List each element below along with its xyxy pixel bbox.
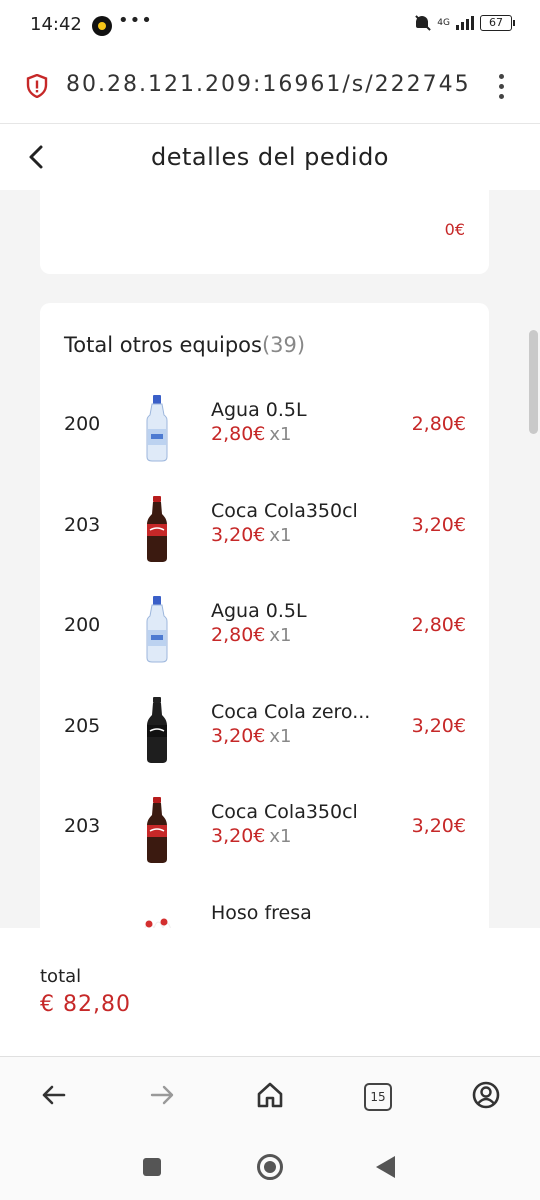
page-title: detalles del pedido xyxy=(151,143,389,171)
browser-url-bar: 80.28.121.209:16961/s/2227457 xyxy=(0,50,540,124)
order-item[interactable]: 203 Coca Cola350cl 3,20€ x1 3,20€ xyxy=(40,486,489,587)
card-title-text: Total otros equipos xyxy=(64,333,262,357)
browser-menu-icon[interactable] xyxy=(494,74,508,100)
item-total: 2,80€ xyxy=(411,614,466,636)
coke-zero-bottle-icon xyxy=(147,696,167,763)
status-time: 14:42 xyxy=(30,14,82,35)
item-name: Agua 0.5L xyxy=(211,399,307,421)
browser-back-icon[interactable] xyxy=(38,1079,70,1111)
order-item[interactable]: 93 Hoso fresa 0€ xyxy=(40,888,489,928)
item-code: 200 xyxy=(64,413,101,435)
coke-bottle-icon xyxy=(147,495,167,562)
status-bar: 14:42 ••• 4G 67 xyxy=(0,0,540,50)
order-total-panel: total € 82,80 xyxy=(0,928,540,1056)
order-details-content[interactable]: 0€ Total otros equipos(39) 200 Agua 0.5L… xyxy=(0,190,540,928)
item-price-line: 3,20€ x1 xyxy=(211,524,292,546)
item-code: 203 xyxy=(64,513,101,536)
item-name: Coca Cola350cl xyxy=(211,499,358,522)
other-equipment-card: Total otros equipos(39) 200 Agua 0.5L 2,… xyxy=(40,303,489,928)
item-quantity: x1 xyxy=(269,524,292,546)
status-indicators: 4G 67 xyxy=(413,14,515,32)
item-code: 203 xyxy=(64,815,101,837)
home-icon[interactable] xyxy=(257,1154,283,1180)
system-navigation-bar xyxy=(0,1136,540,1200)
tab-count-button[interactable]: 15 xyxy=(364,1083,392,1111)
card-title: Total otros equipos(39) xyxy=(64,333,305,357)
signal-icon xyxy=(456,16,474,30)
previous-section-card: 0€ xyxy=(40,190,489,274)
item-price-line: 3,20€ x1 xyxy=(211,725,292,747)
browser-toolbar xyxy=(0,1056,540,1136)
section-amount: 0€ xyxy=(444,220,465,239)
item-total: 2,80€ xyxy=(411,413,466,435)
item-unit-price: 3,20€ xyxy=(211,724,266,747)
battery-icon: 67 xyxy=(480,15,515,31)
network-type: 4G xyxy=(437,17,450,28)
item-unit-price: 3,20€ xyxy=(211,825,266,847)
order-item[interactable]: 200 Agua 0.5L 2,80€ x1 2,80€ xyxy=(40,586,489,687)
item-code: 200 xyxy=(64,614,101,636)
total-value: € 82,80 xyxy=(40,992,131,1017)
item-price-line: 3,20€ x1 xyxy=(211,825,292,847)
page-header: detalles del pedido xyxy=(0,124,540,190)
browser-forward-icon[interactable] xyxy=(146,1079,178,1111)
order-item[interactable]: 205 Coca Cola zero... 3,20€ x1 3,20€ xyxy=(40,687,489,788)
item-name: Hoso fresa xyxy=(211,901,312,924)
item-unit-price: 2,80€ xyxy=(211,624,266,646)
item-quantity: x1 xyxy=(269,826,292,847)
item-code: 205 xyxy=(64,714,101,737)
item-total: 3,20€ xyxy=(411,815,466,837)
more-notifications-icon: ••• xyxy=(118,10,153,31)
item-quantity: x1 xyxy=(269,424,292,445)
account-icon[interactable] xyxy=(470,1079,502,1111)
item-unit-price: 2,80€ xyxy=(211,423,266,445)
app-notification-icon xyxy=(92,16,112,36)
item-total: 3,20€ xyxy=(411,513,466,536)
coke-bottle-icon xyxy=(147,797,167,863)
back-icon[interactable] xyxy=(376,1156,395,1178)
item-price-line: 2,80€ x1 xyxy=(211,423,292,445)
order-items-list: 200 Agua 0.5L 2,80€ x1 2,80€ 203 Coca Co… xyxy=(40,385,489,928)
mute-icon xyxy=(413,14,431,32)
item-total: 3,20€ xyxy=(411,714,466,737)
water-bottle-icon xyxy=(146,596,168,663)
item-name: Coca Cola zero... xyxy=(211,700,371,723)
total-label: total xyxy=(40,966,82,987)
item-quantity: x1 xyxy=(269,725,292,747)
item-name: Coca Cola350cl xyxy=(211,801,358,823)
url-text[interactable]: 80.28.121.209:16961/s/2227457 xyxy=(66,72,470,97)
water-bottle-icon xyxy=(146,395,168,462)
strawberry-dessert-icon xyxy=(144,918,172,928)
item-name: Agua 0.5L xyxy=(211,600,307,622)
browser-home-icon[interactable] xyxy=(254,1079,286,1111)
item-quantity: x1 xyxy=(269,625,292,646)
order-item[interactable]: 200 Agua 0.5L 2,80€ x1 2,80€ xyxy=(40,385,489,486)
item-unit-price: 3,20€ xyxy=(211,523,266,546)
item-price-line: 2,80€ x1 xyxy=(211,624,292,646)
security-warning-icon[interactable] xyxy=(26,74,48,98)
recent-apps-icon[interactable] xyxy=(143,1158,161,1176)
order-item[interactable]: 203 Coca Cola350cl 3,20€ x1 3,20€ xyxy=(40,787,489,888)
item-count: (39) xyxy=(261,333,306,357)
scrollbar-thumb[interactable] xyxy=(529,330,538,434)
